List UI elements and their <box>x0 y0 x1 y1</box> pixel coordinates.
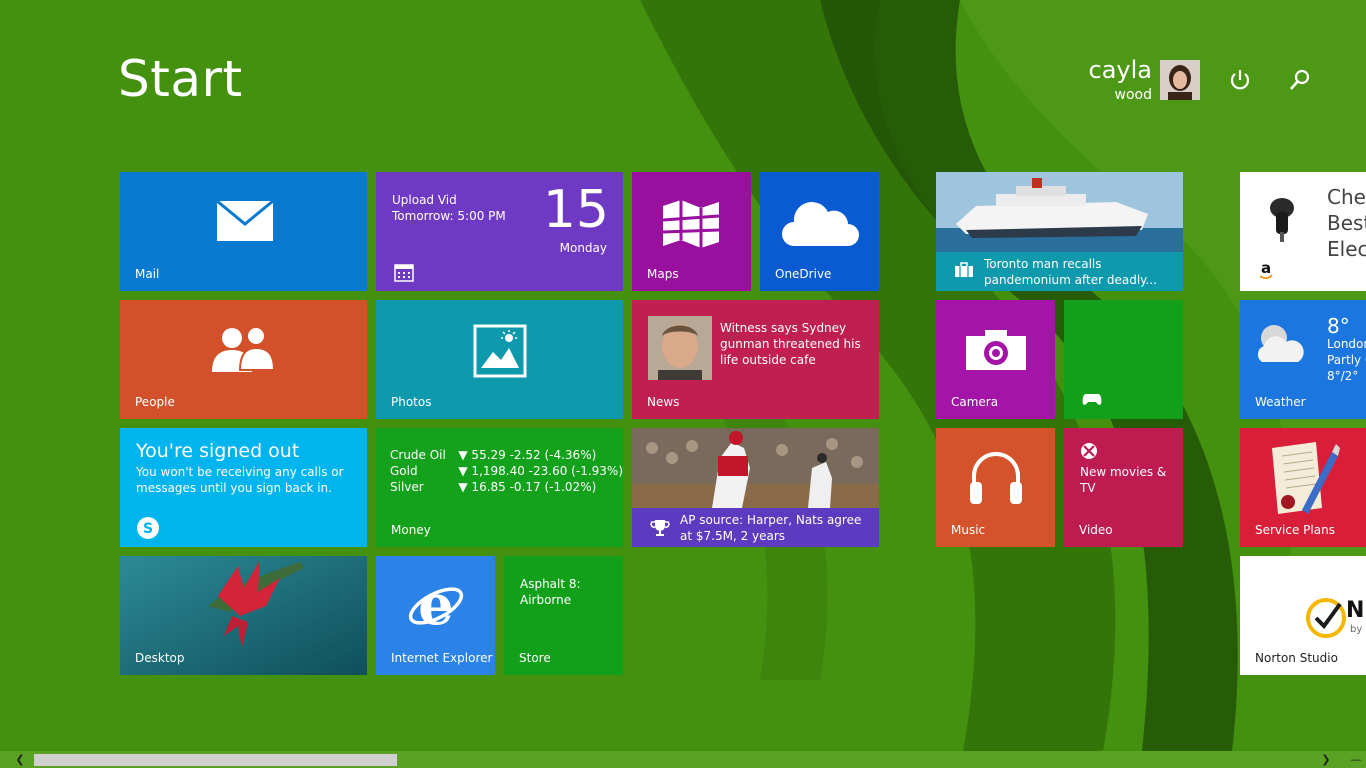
power-icon[interactable] <box>1226 66 1256 96</box>
news-headline: Witness says Sydney gunman threatened hi… <box>720 321 861 367</box>
table-row: Crude Oil ▼ 55.29 -2.52 (-4.36%) <box>390 448 597 462</box>
tile-label: Camera <box>951 395 999 409</box>
mail-icon <box>216 200 274 241</box>
norton-check-icon <box>1306 598 1346 638</box>
calendar-event: Upload Vid <box>392 193 457 207</box>
skype-heading: You're signed out <box>136 440 300 462</box>
tile-internet-explorer[interactable]: e Internet Explorer <box>376 556 495 675</box>
skype-body: You won't be receiving any calls or mess… <box>136 465 344 495</box>
tile-label: Weather <box>1255 395 1306 409</box>
avatar <box>1160 60 1200 100</box>
weather-temp: 8° <box>1327 314 1350 338</box>
tile-label: Maps <box>647 267 679 281</box>
calendar-day-number: 15 <box>542 180 609 240</box>
user-last-name: wood <box>1114 87 1152 103</box>
internet-explorer-icon: e <box>408 576 464 634</box>
gamepad-icon <box>1082 394 1102 405</box>
horizontal-scrollbar[interactable]: ❮ ❯ — <box>0 751 1366 768</box>
travel-headline: Toronto man recalls pandemonium after de… <box>984 257 1157 287</box>
scroll-right-icon[interactable]: ❯ <box>1316 751 1336 768</box>
tile-onedrive[interactable]: OneDrive <box>760 172 879 291</box>
ad-text-line: Best <box>1327 211 1366 235</box>
tile-travel[interactable]: Toronto man recalls pandemonium after de… <box>936 172 1183 291</box>
headphones-icon <box>970 452 1022 504</box>
tile-mail[interactable]: Mail <box>120 172 367 291</box>
tile-calendar[interactable]: Upload Vid Tomorrow: 5:00 PM 15 Monday <box>376 172 623 291</box>
search-icon[interactable] <box>1286 66 1316 96</box>
calendar-icon <box>394 264 414 282</box>
tile-games[interactable] <box>1064 300 1183 419</box>
tile-store[interactable]: Asphalt 8: Airborne Store <box>504 556 623 675</box>
photos-icon <box>473 324 527 378</box>
tile-norton-studio[interactable]: N by Norton Studio <box>1240 556 1366 675</box>
tile-maps[interactable]: Maps <box>632 172 751 291</box>
tile-label: Norton Studio <box>1255 651 1338 665</box>
weather-city: London <box>1327 337 1366 351</box>
tile-label: Service Plans <box>1255 523 1335 537</box>
cloud-icon <box>782 202 859 246</box>
tile-label: Store <box>519 651 551 665</box>
partly-cloudy-icon <box>1257 325 1304 362</box>
tile-desktop[interactable]: Desktop <box>120 556 367 675</box>
tile-label: Desktop <box>135 651 185 665</box>
svg-text:a: a <box>1261 260 1271 277</box>
tile-label: People <box>135 395 175 409</box>
tile-label: OneDrive <box>775 267 832 281</box>
sports-headline: AP source: Harper, Nats agree at $7.5M, … <box>680 513 862 543</box>
skype-icon: S <box>137 517 159 539</box>
scroll-thumb[interactable] <box>34 754 397 766</box>
table-row: Gold ▼ 1,198.40 -23.60 (-1.93%) <box>390 464 623 478</box>
svg-text:S: S <box>143 521 153 537</box>
tile-video[interactable]: New movies & TV Video <box>1064 428 1183 547</box>
tile-money[interactable]: Crude Oil ▼ 55.29 -2.52 (-4.36%) Gold ▼ … <box>376 428 623 547</box>
tile-photos[interactable]: Photos <box>376 300 623 419</box>
tile-people[interactable]: People <box>120 300 367 419</box>
video-promo: New movies & TV <box>1080 465 1167 495</box>
tile-label: Video <box>1079 523 1113 537</box>
tile-amazon[interactable]: a Chec Best Elect <box>1240 172 1366 291</box>
chromecast-icon <box>1270 198 1294 242</box>
tile-label: Music <box>951 523 986 537</box>
tile-music[interactable]: Music <box>936 428 1055 547</box>
stock-table: Crude Oil ▼ 55.29 -2.52 (-4.36%) Gold ▼ … <box>390 447 623 495</box>
tile-sports[interactable]: AP source: Harper, Nats agree at $7.5M, … <box>632 428 879 547</box>
weather-condition: Partly C <box>1327 353 1366 367</box>
xbox-icon <box>1081 443 1097 459</box>
norton-badge: N <box>1346 598 1365 623</box>
tile-label: Money <box>391 523 431 537</box>
sports-photo <box>632 428 879 508</box>
tile-label: News <box>647 395 680 409</box>
calendar-day-name: Monday <box>559 241 607 255</box>
tile-label: Mail <box>135 267 160 281</box>
trophy-icon <box>650 520 670 536</box>
page-title: Start <box>118 50 243 108</box>
tile-news[interactable]: Witness says Sydney gunman threatened hi… <box>632 300 879 419</box>
suitcase-icon <box>955 262 973 277</box>
ad-text-line: Elect <box>1327 237 1366 261</box>
tile-label: Internet Explorer <box>391 651 493 665</box>
tile-weather[interactable]: 8° London Partly C 8°/2° Weather <box>1240 300 1366 419</box>
calendar-time: Tomorrow: 5:00 PM <box>392 209 506 223</box>
svg-text:e: e <box>418 576 454 634</box>
tile-camera[interactable]: Camera <box>936 300 1055 419</box>
user-account[interactable]: cayla wood <box>1088 56 1200 106</box>
tile-service-plans[interactable]: Service Plans <box>1240 428 1366 547</box>
zoom-out-icon[interactable]: — <box>1346 751 1366 768</box>
store-game: Asphalt 8: Airborne <box>520 577 581 607</box>
amazon-icon: a <box>1259 260 1273 280</box>
people-icon <box>212 326 276 372</box>
ad-text-line: Chec <box>1327 185 1366 209</box>
tile-label: Photos <box>391 395 432 409</box>
document-pen-icon <box>1272 442 1340 514</box>
maps-icon <box>662 200 720 248</box>
news-photo <box>648 316 712 380</box>
table-row: Silver ▼ 16.85 -0.17 (-1.02%) <box>390 480 597 494</box>
camera-icon <box>966 330 1026 370</box>
weather-range: 8°/2° <box>1327 369 1359 383</box>
norton-badge-sub: by <box>1350 624 1363 635</box>
travel-photo <box>936 172 1183 252</box>
tile-skype[interactable]: You're signed out You won't be receiving… <box>120 428 367 547</box>
user-first-name: cayla <box>1088 56 1152 84</box>
scroll-left-icon[interactable]: ❮ <box>10 751 30 768</box>
